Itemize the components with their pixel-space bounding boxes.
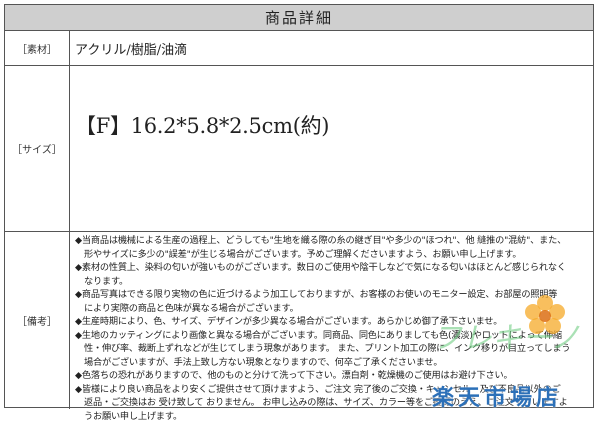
note-line: ◆皆様により良い商品をより安くご提供させて頂けますよう、ご注文 完了後のご交換・… bbox=[75, 383, 589, 397]
remarks-row: ［備考］ ◆当商品は機械による生産の過程上、どうしても"生地を織る際の糸の継ぎ目… bbox=[5, 232, 593, 409]
note-line: ◆当商品は機械による生産の過程上、どうしても"生地を織る際の糸の継ぎ目"や多少の… bbox=[75, 234, 589, 248]
note-line: 場合がございますが、手法上致し方ない現象となりますので、何卒ご了承くださいませ。 bbox=[75, 356, 589, 370]
material-label: ［素材］ bbox=[5, 31, 70, 65]
note-line: ◆素材の性質上、染料の匂いが強いものがございます。数日のご使用や陰干しなどで気に… bbox=[75, 261, 589, 275]
size-row: ［サイズ］ 【F】16.2*5.8*2.5cm(約) bbox=[5, 66, 593, 232]
note-line: ◆色落ちの恐れがありますので、他のものと分けて洗って下さい。漂白剤・乾燥機のご使… bbox=[75, 369, 589, 383]
note-line: なります。 bbox=[75, 275, 589, 289]
note-line: 性・伸び率、裁断上ずれなどが生じてしまう現象があります。 また、プリント加工の際… bbox=[75, 342, 589, 356]
note-line: 返品・ご交換はお 受け致して おりません。 お申し込みの際は、サイズ、カラー等を… bbox=[75, 396, 589, 410]
note-line: により実際の商品と色味が異なる場合がございます。 bbox=[75, 302, 589, 316]
material-value: アクリル/樹脂/油滴 bbox=[75, 31, 587, 65]
material-row: ［素材］ アクリル/樹脂/油滴 bbox=[5, 31, 593, 66]
remarks-label: ［備考］ bbox=[5, 232, 70, 409]
table-header-title: 商品詳細 bbox=[5, 5, 593, 31]
product-detail-table: 商品詳細 ［素材］ アクリル/樹脂/油滴 ［サイズ］ 【F】16.2*5.8*2… bbox=[4, 4, 594, 408]
remarks-notes: ◆当商品は機械による生産の過程上、どうしても"生地を織る際の糸の継ぎ目"や多少の… bbox=[75, 234, 589, 423]
note-line: ◆商品写真はできる限り実物の色に近づけるよう加工しておりますが、お客様のお使いの… bbox=[75, 288, 589, 302]
size-value: 【F】16.2*5.8*2.5cm(約) bbox=[75, 66, 587, 231]
note-line: ◆生産時期により、色、サイズ、デザインが多少異なる場合がございます。あらかじめ御… bbox=[75, 315, 589, 329]
size-label: ［サイズ］ bbox=[5, 66, 70, 231]
note-line: 形やサイズに多少の"誤差"が生じる場合がございます。予めご理解くださいますよう、… bbox=[75, 248, 589, 262]
note-line: ◆生地のカッティングにより画像と異なる場合がございます。同商品、同色にありまして… bbox=[75, 329, 589, 343]
